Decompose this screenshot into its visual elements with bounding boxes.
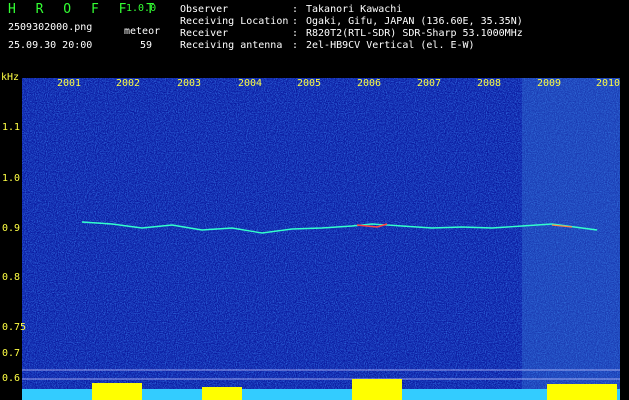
- y-tick-label: 0.9: [2, 223, 21, 234]
- x-tick-label: 2008: [476, 78, 502, 89]
- info-value: Takanori Kawachi: [306, 4, 403, 15]
- datetime: 25.09.30 20:00: [8, 40, 93, 51]
- info-key: Observer: [180, 4, 229, 15]
- x-tick-label: 2006: [356, 78, 382, 89]
- info-key: Receiving antenna: [180, 40, 283, 51]
- y-tick-label: 1.0: [2, 173, 21, 184]
- y-tick-label: 0.7: [2, 348, 21, 359]
- x-tick-label: 2004: [237, 78, 263, 89]
- meteor-count: 59: [140, 40, 153, 51]
- info-row-receiver: Receiver: R820T2(RTL-SDR) SDR-Sharp 53.1…: [180, 28, 523, 39]
- header-panel: H R O F F T 1.0.0 2509302000.png 25.09.3…: [0, 0, 629, 72]
- x-tick-label: 2002: [115, 78, 141, 89]
- y-tick-label: 0.75: [2, 322, 27, 333]
- y-tick-label: 0.6: [2, 373, 21, 384]
- x-tick-label: 2003: [176, 78, 202, 89]
- x-axis-labels: 2001 2002 2003 2004 2005 2006 2007 2008 …: [0, 78, 629, 92]
- info-value: R820T2(RTL-SDR) SDR-Sharp 53.1000MHz: [306, 28, 523, 39]
- info-value: Ogaki, Gifu, JAPAN (136.60E, 35.35N): [306, 16, 523, 27]
- info-key: Receiving Location: [180, 16, 289, 27]
- info-value: 2el-HB9CV Vertical (el. E-W): [306, 40, 475, 51]
- app-version: 1.0.0: [126, 3, 157, 14]
- x-tick-label: 2001: [56, 78, 82, 89]
- spectrogram-svg: [22, 78, 620, 400]
- y-tick-label: 1.1: [2, 122, 21, 133]
- x-tick-label: 2010: [595, 78, 621, 89]
- meteor-label: meteor: [124, 26, 161, 37]
- info-row-antenna: Receiving antenna: 2el-HB9CV Vertical (e…: [180, 40, 475, 51]
- info-row-location: Receiving Location: Ogaki, Gifu, JAPAN (…: [180, 16, 523, 27]
- x-tick-label: 2007: [416, 78, 442, 89]
- x-tick-label: 2005: [296, 78, 322, 89]
- station-info: Observer: Takanori Kawachi Receiving Loc…: [180, 4, 523, 52]
- file-name: 2509302000.png: [8, 22, 93, 33]
- info-key: Receiver: [180, 28, 229, 39]
- info-row-observer: Observer: Takanori Kawachi: [180, 4, 403, 15]
- x-tick-label: 2009: [536, 78, 562, 89]
- y-tick-label: 0.8: [2, 272, 21, 283]
- spectrogram-canvas: [22, 78, 620, 400]
